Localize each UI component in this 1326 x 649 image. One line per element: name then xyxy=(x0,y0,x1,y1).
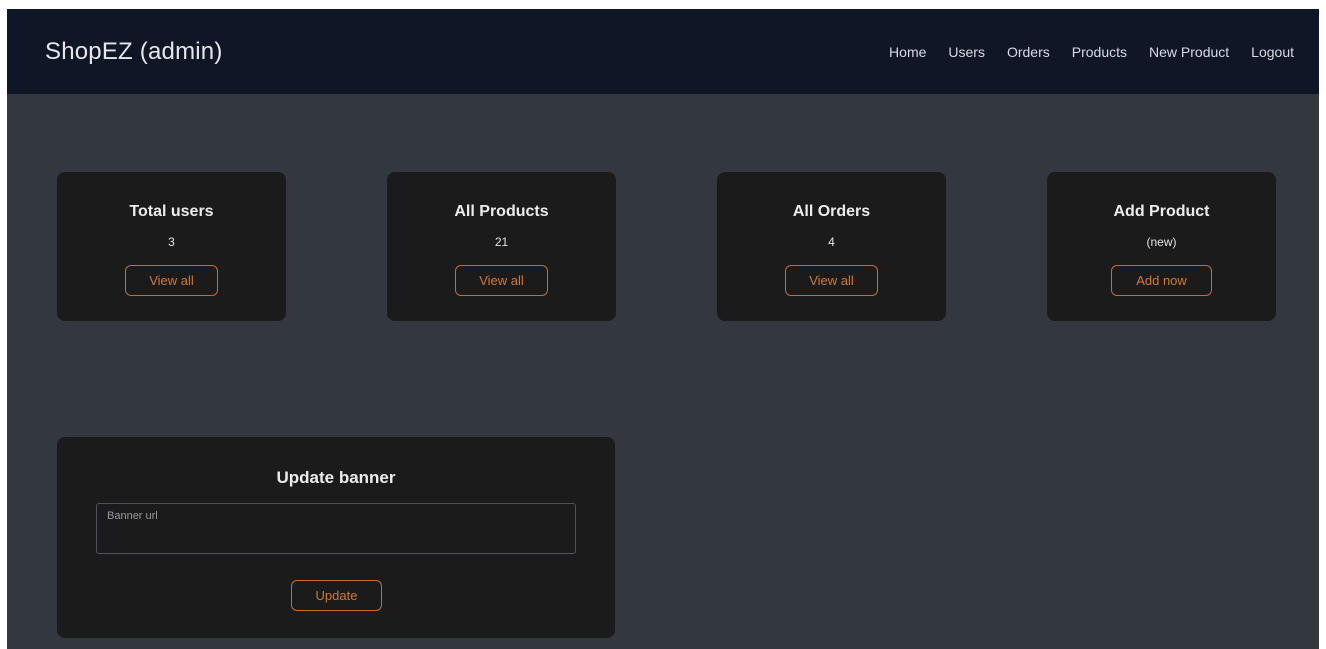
admin-dashboard: ShopEZ (admin) Home Users Orders Product… xyxy=(7,9,1319,649)
banner-title: Update banner xyxy=(276,468,396,487)
card-value: 3 xyxy=(168,235,175,249)
card-value: 4 xyxy=(828,235,835,249)
card-title: All Products xyxy=(454,203,549,220)
view-all-users-button[interactable]: View all xyxy=(125,265,218,296)
view-all-orders-button[interactable]: View all xyxy=(785,265,878,296)
nav-link-new-product[interactable]: New Product xyxy=(1149,44,1229,60)
all-products-card: All Products 21 View all xyxy=(387,172,616,321)
update-banner-card: Update banner Update xyxy=(57,437,615,638)
nav-link-products[interactable]: Products xyxy=(1072,44,1127,60)
view-all-products-button[interactable]: View all xyxy=(455,265,548,296)
brand-logo[interactable]: ShopEZ (admin) xyxy=(45,38,223,66)
nav-link-users[interactable]: Users xyxy=(948,44,985,60)
all-orders-card: All Orders 4 View all xyxy=(717,172,946,321)
nav-link-logout[interactable]: Logout xyxy=(1251,44,1294,60)
navbar: ShopEZ (admin) Home Users Orders Product… xyxy=(7,9,1319,94)
card-title: All Orders xyxy=(792,203,871,220)
total-users-card: Total users 3 View all xyxy=(57,172,286,321)
update-banner-button[interactable]: Update xyxy=(291,580,382,611)
card-title: Total users xyxy=(129,203,214,220)
nav-link-home[interactable]: Home xyxy=(889,44,926,60)
card-value: 21 xyxy=(494,235,509,249)
add-now-button[interactable]: Add now xyxy=(1111,265,1212,296)
card-value: (new) xyxy=(1146,235,1177,249)
banner-url-input[interactable] xyxy=(96,503,576,554)
card-title: Add Product xyxy=(1113,203,1210,220)
nav-links: Home Users Orders Products New Product L… xyxy=(867,44,1294,60)
add-product-card: Add Product (new) Add now xyxy=(1047,172,1276,321)
nav-link-orders[interactable]: Orders xyxy=(1007,44,1050,60)
